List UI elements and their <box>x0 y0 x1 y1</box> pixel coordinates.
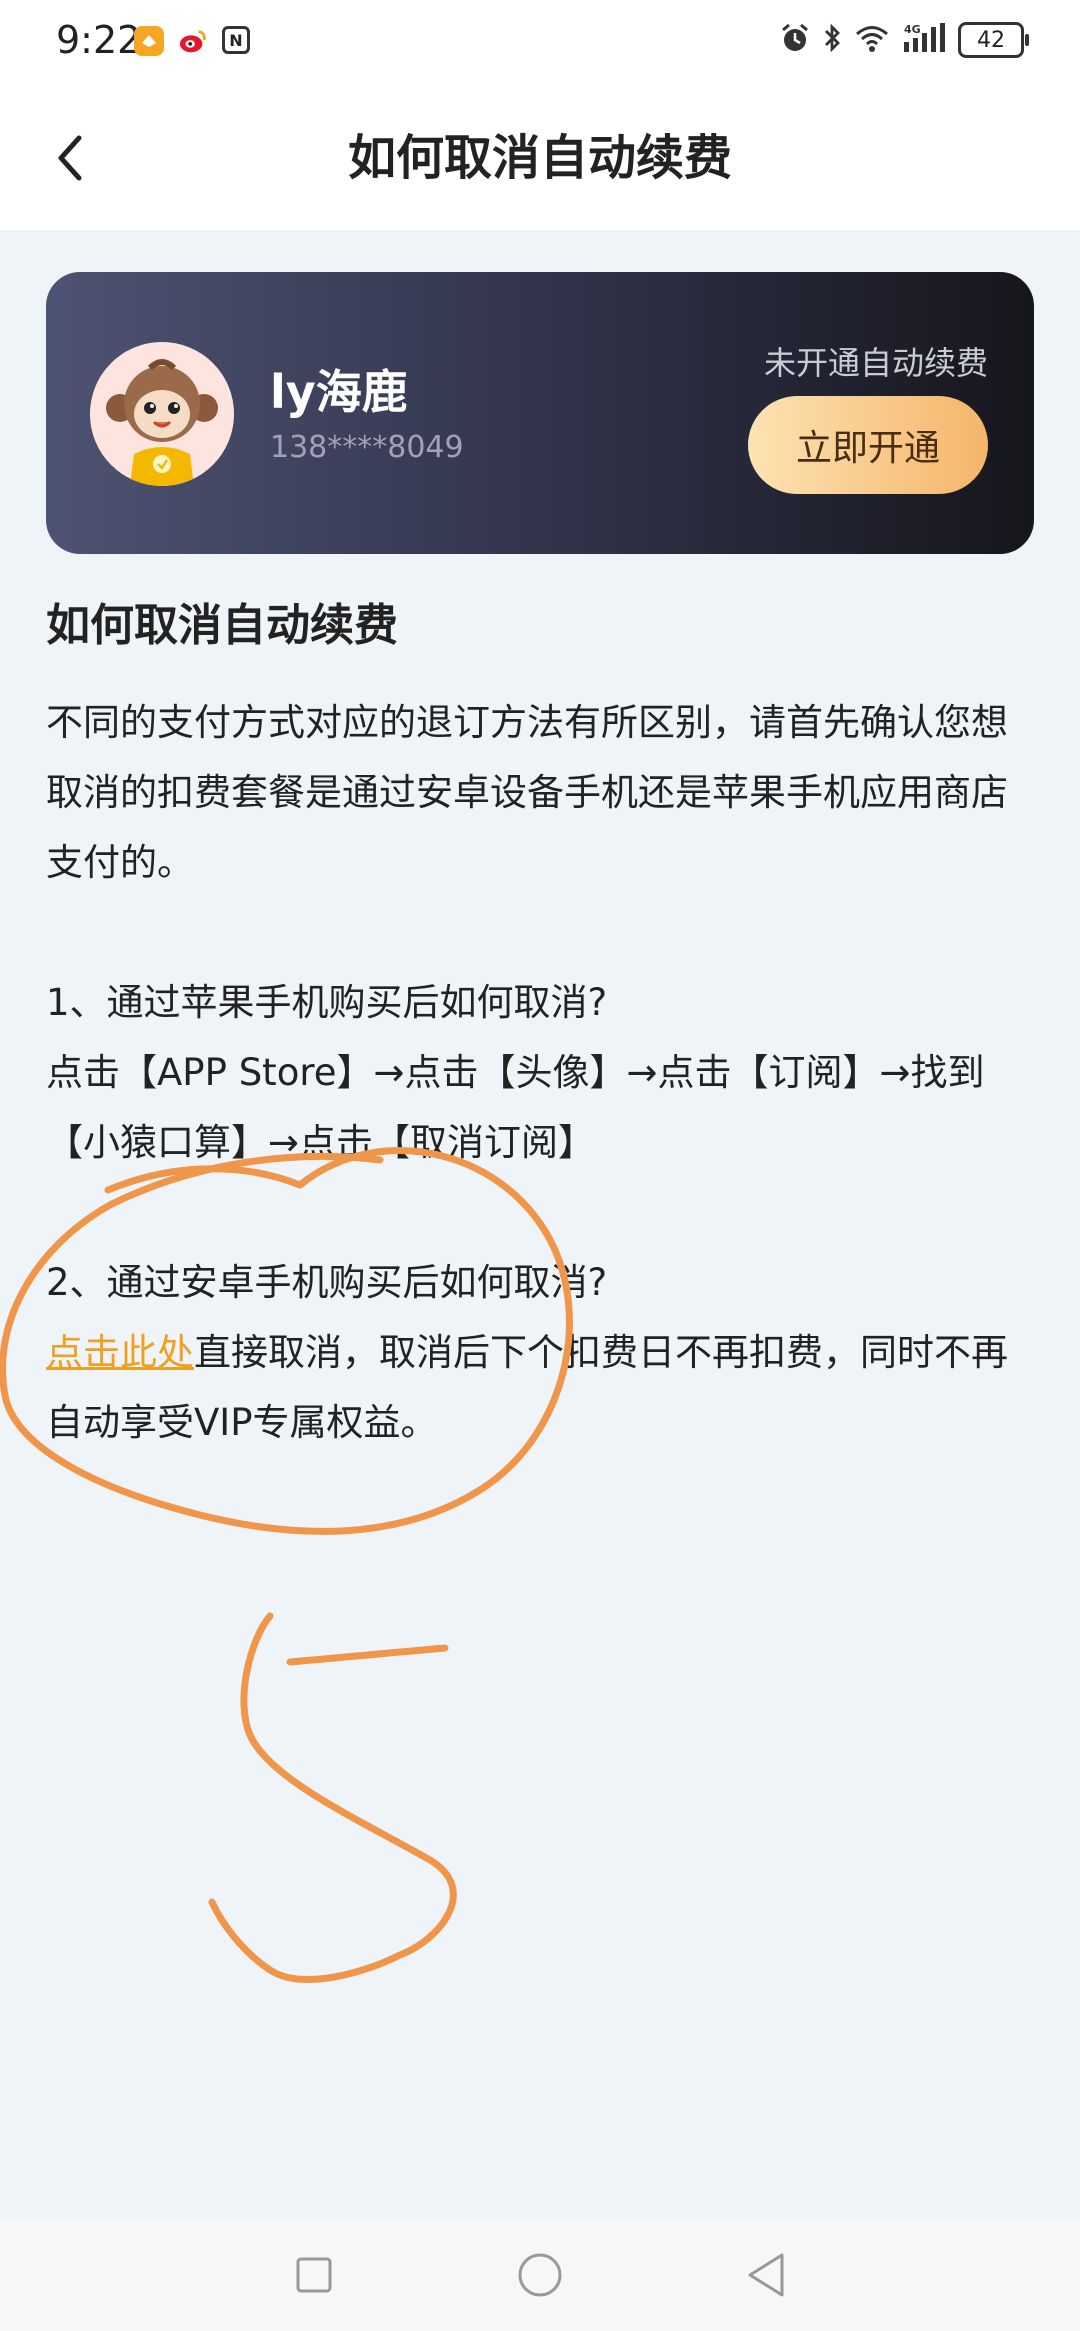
recents-square-icon <box>296 2257 332 2293</box>
system-nav-bar <box>0 2219 1080 2331</box>
member-card: ly海鹿 138****8049 未开通自动续费 立即开通 <box>46 272 1034 554</box>
monkey-avatar-icon <box>90 342 234 486</box>
alarm-icon <box>780 22 810 58</box>
annotation-digit-five <box>208 1612 457 1983</box>
open-now-button[interactable]: 立即开通 <box>748 396 988 494</box>
svg-text:4G: 4G <box>904 23 921 36</box>
section-heading: 如何取消自动续费 <box>46 600 398 651</box>
home-circle-icon <box>518 2253 562 2297</box>
step1-title: 1、通过苹果手机购买后如何取消? <box>46 981 608 1024</box>
status-indicators: 4G 42 <box>780 22 1029 58</box>
chevron-left-icon <box>58 135 82 181</box>
status-bar: 9:22 N 4G 42 <box>0 0 1080 86</box>
avatar <box>90 342 234 486</box>
header: 如何取消自动续费 <box>0 86 1080 230</box>
page-title: 如何取消自动续费 <box>347 130 732 186</box>
step2-title: 2、通过安卓手机购买后如何取消? <box>46 1261 608 1304</box>
recents-button[interactable] <box>282 2243 346 2307</box>
back-button[interactable] <box>38 122 102 194</box>
home-button[interactable] <box>508 2243 572 2307</box>
intro-text: 不同的支付方式对应的退订方法有所区别，请首先确认您想取消的扣费套餐是通过安卓设备… <box>46 701 1008 884</box>
battery-level: 42 <box>977 27 1005 53</box>
help-content: 如何取消自动续费 不同的支付方式对应的退订方法有所区别，请首先确认您想取消的扣费… <box>46 590 1036 1458</box>
auto-renew-status: 未开通自动续费 <box>763 344 988 382</box>
app-notification-icon <box>134 26 164 56</box>
back-triangle-icon <box>748 2253 784 2297</box>
step1-detail: 点击【APP Store】→点击【头像】→点击【订阅】→找到【小猿口算】→点击【… <box>46 1051 985 1164</box>
user-phone: 138****8049 <box>270 430 464 465</box>
step2-detail-paragraph: 点击此处直接取消，取消后下个扣费日不再扣费，同时不再自动享受VIP专属权益。 <box>46 1318 1036 1458</box>
user-name: ly海鹿 <box>270 365 408 419</box>
status-app-icons: N <box>134 26 250 56</box>
system-back-button[interactable] <box>734 2243 798 2307</box>
battery-icon: 42 <box>958 22 1029 58</box>
bluetooth-icon <box>822 22 842 58</box>
nfc-icon: N <box>222 26 250 54</box>
weibo-icon <box>178 26 208 56</box>
signal-icon: 4G <box>902 22 946 58</box>
status-time: 9:22 <box>56 18 142 62</box>
wifi-icon <box>854 23 890 57</box>
cancel-here-link[interactable]: 点击此处 <box>46 1331 194 1374</box>
